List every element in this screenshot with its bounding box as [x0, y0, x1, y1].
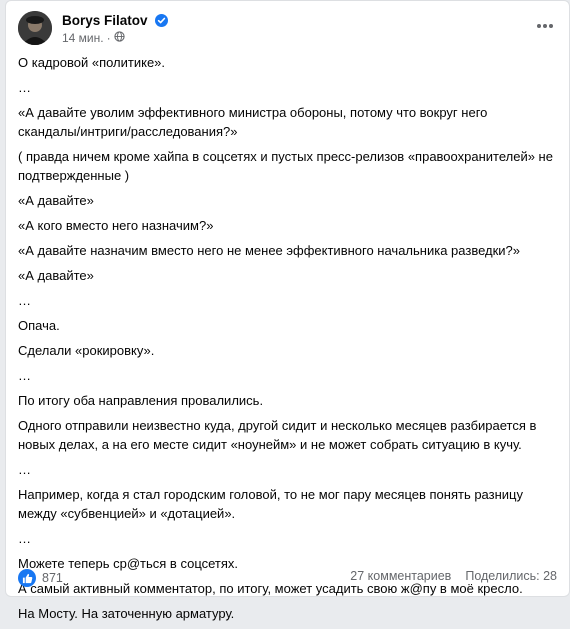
post-meta: 14 мин. · — [62, 31, 125, 45]
post-paragraph: Сделали «рокировку». — [18, 343, 155, 358]
post-paragraph: О кадровой «политике». — [18, 55, 166, 70]
post-paragraph: … — [18, 80, 31, 95]
reactions-summary[interactable]: 871 — [18, 569, 63, 587]
post-paragraph: Например, когда я стал городским головой… — [18, 487, 523, 521]
like-icon — [18, 569, 36, 587]
post-paragraph: «А давайте» — [18, 193, 94, 208]
post-paragraph: Одного отправили неизвестно куда, другой… — [18, 418, 537, 452]
comments-count[interactable]: 27 комментариев — [350, 569, 451, 583]
post-paragraph: … — [18, 531, 31, 546]
post-paragraph: … — [18, 293, 31, 308]
post-paragraph: ( правда ничем кроме хайпа в соцсетях и … — [18, 149, 553, 183]
more-options-icon — [536, 16, 554, 34]
shares-count[interactable]: Поделились: 28 — [465, 569, 557, 583]
author-name-text[interactable]: Borys Filatov — [62, 13, 148, 28]
post-time[interactable]: 14 мин. — [62, 31, 104, 45]
post-paragraph: «А давайте» — [18, 268, 94, 283]
post-body: О кадровой «политике». … «А давайте увол… — [18, 53, 553, 629]
post-paragraph: На Мосту. На заточенную арматуру. — [18, 606, 235, 621]
more-options-button[interactable] — [531, 15, 559, 35]
post-paragraph: … — [18, 368, 31, 383]
post-header: Borys Filatov 14 мин. · — [14, 11, 559, 45]
post-card: Borys Filatov 14 мин. · О кадровой «поли… — [5, 0, 570, 621]
post-paragraph: «А давайте назначим вместо него не менее… — [18, 243, 521, 258]
globe-icon[interactable] — [113, 31, 125, 45]
avatar[interactable] — [18, 11, 52, 45]
post-paragraph: По итогу оба направления провалились. — [18, 393, 264, 408]
meta-separator: · — [106, 31, 111, 45]
post-footer: 871 27 комментариев Поделились: 28 — [14, 567, 561, 589]
author-name[interactable]: Borys Filatov — [62, 13, 169, 30]
post-paragraph: «А кого вместо него назначим?» — [18, 218, 214, 233]
post-stats: 27 комментариев Поделились: 28 — [350, 569, 557, 583]
post-paragraph: … — [18, 462, 31, 477]
post-paragraph: «А давайте уволим эффективного министра … — [18, 105, 488, 139]
reactions-count[interactable]: 871 — [42, 571, 63, 585]
verified-badge-icon — [155, 14, 169, 30]
post-paragraph: Опача. — [18, 318, 60, 333]
